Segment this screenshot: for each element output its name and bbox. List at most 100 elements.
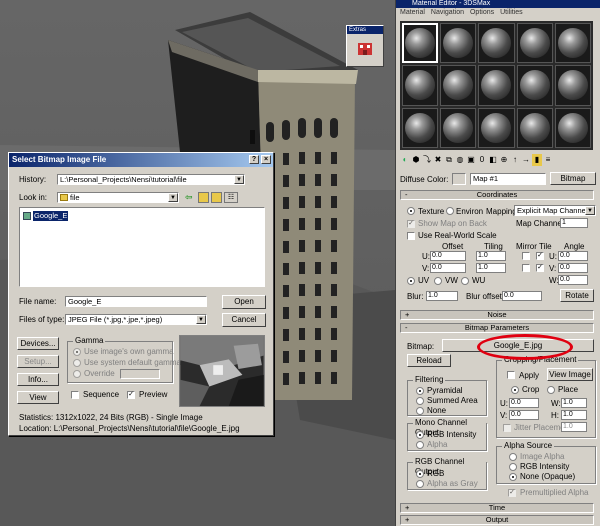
view-menu-icon[interactable]: ☷ bbox=[224, 192, 238, 203]
rotate-button[interactable]: Rotate bbox=[560, 289, 594, 302]
menu-navigation[interactable]: Navigation bbox=[431, 9, 464, 16]
v-mirror-checkbox[interactable] bbox=[522, 264, 530, 272]
u-tiling-spinner[interactable]: 1.0 bbox=[476, 251, 510, 261]
mono-rgb-intensity-radio[interactable] bbox=[416, 431, 424, 439]
file-list[interactable]: Google_E bbox=[19, 207, 265, 287]
u-offset-spinner[interactable]: 0.0 bbox=[430, 251, 470, 261]
vw-radio[interactable] bbox=[434, 277, 442, 285]
select-bitmap-dialog[interactable]: Select Bitmap Image File ? × History: L:… bbox=[8, 152, 274, 436]
gamma-system-radio[interactable] bbox=[73, 359, 81, 367]
gamma-override-spinner[interactable] bbox=[120, 369, 160, 379]
filetype-dropdown[interactable]: JPEG File (*.jpg,*.jpe,*.jpeg) ▼ bbox=[65, 314, 207, 325]
show-map-in-viewport-icon[interactable]: ◧ bbox=[488, 154, 498, 166]
info-button[interactable]: Info... bbox=[17, 373, 59, 386]
wu-radio[interactable] bbox=[461, 277, 469, 285]
sample-slot[interactable] bbox=[402, 23, 439, 64]
sample-slot[interactable] bbox=[516, 107, 553, 148]
sample-slot[interactable] bbox=[478, 107, 515, 148]
material-navigator-icon[interactable]: ≡ bbox=[543, 154, 553, 166]
reload-button[interactable]: Reload bbox=[407, 354, 451, 367]
go-forward-icon[interactable]: → bbox=[521, 154, 531, 166]
reset-map-icon[interactable]: ✖ bbox=[433, 154, 443, 166]
extras-toolbar[interactable]: Extras bbox=[346, 25, 384, 67]
render-setup-icon[interactable] bbox=[356, 39, 374, 57]
eyedropper-icon[interactable] bbox=[452, 173, 466, 185]
texture-radio[interactable] bbox=[407, 207, 415, 215]
u-tile-checkbox[interactable]: ✓ bbox=[536, 252, 544, 260]
v-angle-spinner[interactable]: 0.0 bbox=[558, 263, 592, 273]
sample-slot[interactable] bbox=[554, 23, 591, 64]
v-tile-checkbox[interactable]: ✓ bbox=[536, 264, 544, 272]
apply-checkbox[interactable] bbox=[507, 371, 515, 379]
noise-rollout-header[interactable]: + Noise bbox=[400, 310, 594, 320]
v-offset-spinner[interactable]: 0.0 bbox=[430, 263, 470, 273]
crop-h-spinner[interactable]: 1.0 bbox=[561, 410, 591, 420]
menu-material[interactable]: Material bbox=[400, 9, 425, 16]
list-item[interactable]: Google_E bbox=[23, 211, 69, 221]
sample-slot[interactable] bbox=[440, 107, 477, 148]
none-opaque-radio[interactable] bbox=[509, 473, 517, 481]
coordinates-rollout-header[interactable]: - Coordinates bbox=[400, 190, 594, 200]
sample-slot[interactable] bbox=[554, 65, 591, 106]
help-icon[interactable]: ? bbox=[249, 155, 259, 164]
w-angle-spinner[interactable]: 0.0 bbox=[558, 275, 592, 285]
filename-input[interactable]: Google_E bbox=[65, 296, 207, 307]
new-folder-icon[interactable] bbox=[211, 192, 222, 203]
bitmap-params-rollout-header[interactable]: - Bitmap Parameters bbox=[400, 323, 594, 333]
assign-material-icon[interactable]: ⤵ bbox=[422, 154, 432, 166]
view-button[interactable]: View bbox=[17, 391, 59, 404]
sample-slot[interactable] bbox=[440, 23, 477, 64]
devices-button[interactable]: Devices... bbox=[17, 337, 59, 350]
mapping-dropdown[interactable]: Explicit Map Channel ▼ bbox=[514, 205, 596, 216]
back-arrow-icon[interactable]: ⇦ bbox=[185, 192, 196, 203]
go-to-parent-icon[interactable]: ↑ bbox=[510, 154, 520, 166]
blur-offset-spinner[interactable]: 0.0 bbox=[502, 291, 546, 301]
setup-button[interactable]: Setup... bbox=[17, 355, 59, 368]
map-name-field[interactable]: Map #1 bbox=[470, 173, 546, 185]
premultiplied-alpha-checkbox[interactable]: ✓ bbox=[508, 489, 516, 497]
crop-w-spinner[interactable]: 1.0 bbox=[561, 398, 591, 408]
output-rollout-header[interactable]: + Output bbox=[400, 515, 594, 525]
use-real-world-checkbox[interactable] bbox=[407, 232, 415, 240]
filter-none-radio[interactable] bbox=[416, 407, 424, 415]
preview-checkbox[interactable]: ✓ bbox=[127, 391, 135, 399]
sample-slot[interactable] bbox=[440, 65, 477, 106]
gamma-own-radio[interactable] bbox=[73, 348, 81, 356]
put-to-library-icon[interactable]: ▣ bbox=[466, 154, 476, 166]
sample-slot[interactable] bbox=[402, 65, 439, 106]
view-image-button[interactable]: View Image bbox=[547, 368, 593, 381]
image-alpha-radio[interactable] bbox=[509, 453, 517, 461]
map-channel-spinner[interactable]: 1 bbox=[560, 218, 592, 228]
map-type-button[interactable]: Bitmap bbox=[550, 172, 596, 185]
menu-options[interactable]: Options bbox=[470, 9, 494, 16]
chevron-down-icon[interactable]: ▼ bbox=[585, 206, 595, 215]
copy-material-icon[interactable]: ⧉ bbox=[444, 154, 454, 166]
chevron-down-icon[interactable]: ▼ bbox=[168, 193, 178, 202]
sample-slot[interactable] bbox=[516, 65, 553, 106]
show-map-on-back-checkbox[interactable]: ✓ bbox=[407, 220, 415, 228]
lookin-dropdown[interactable]: file ▼ bbox=[57, 192, 179, 203]
close-icon[interactable]: × bbox=[261, 155, 271, 164]
summed-area-radio[interactable] bbox=[416, 397, 424, 405]
crop-u-spinner[interactable]: 0.0 bbox=[509, 398, 543, 408]
rgb-out-radio[interactable] bbox=[416, 470, 424, 478]
time-rollout-header[interactable]: + Time bbox=[400, 503, 594, 513]
dialog-titlebar[interactable]: Select Bitmap Image File ? × bbox=[9, 153, 273, 167]
alpha-as-gray-radio[interactable] bbox=[416, 480, 424, 488]
alpha-rgb-intensity-radio[interactable] bbox=[509, 463, 517, 471]
up-folder-icon[interactable] bbox=[198, 192, 209, 203]
cancel-button[interactable]: Cancel bbox=[222, 313, 266, 327]
jitter-checkbox[interactable] bbox=[503, 424, 511, 432]
put-to-scene-icon[interactable]: ⬢ bbox=[411, 154, 421, 166]
v-tiling-spinner[interactable]: 1.0 bbox=[476, 263, 510, 273]
place-radio[interactable] bbox=[547, 386, 555, 394]
u-angle-spinner[interactable]: 0.0 bbox=[558, 251, 592, 261]
blur-spinner[interactable]: 1.0 bbox=[426, 291, 462, 301]
sample-slot[interactable] bbox=[402, 107, 439, 148]
get-material-icon[interactable]: ◐ bbox=[400, 154, 410, 166]
pyramidal-radio[interactable] bbox=[416, 387, 424, 395]
jitter-spinner[interactable]: 1.0 bbox=[561, 422, 591, 432]
history-dropdown[interactable]: L:\Personal_Projects\Nensi\tutorial\file… bbox=[57, 174, 245, 185]
chevron-down-icon[interactable]: ▼ bbox=[234, 175, 244, 184]
u-mirror-checkbox[interactable] bbox=[522, 252, 530, 260]
